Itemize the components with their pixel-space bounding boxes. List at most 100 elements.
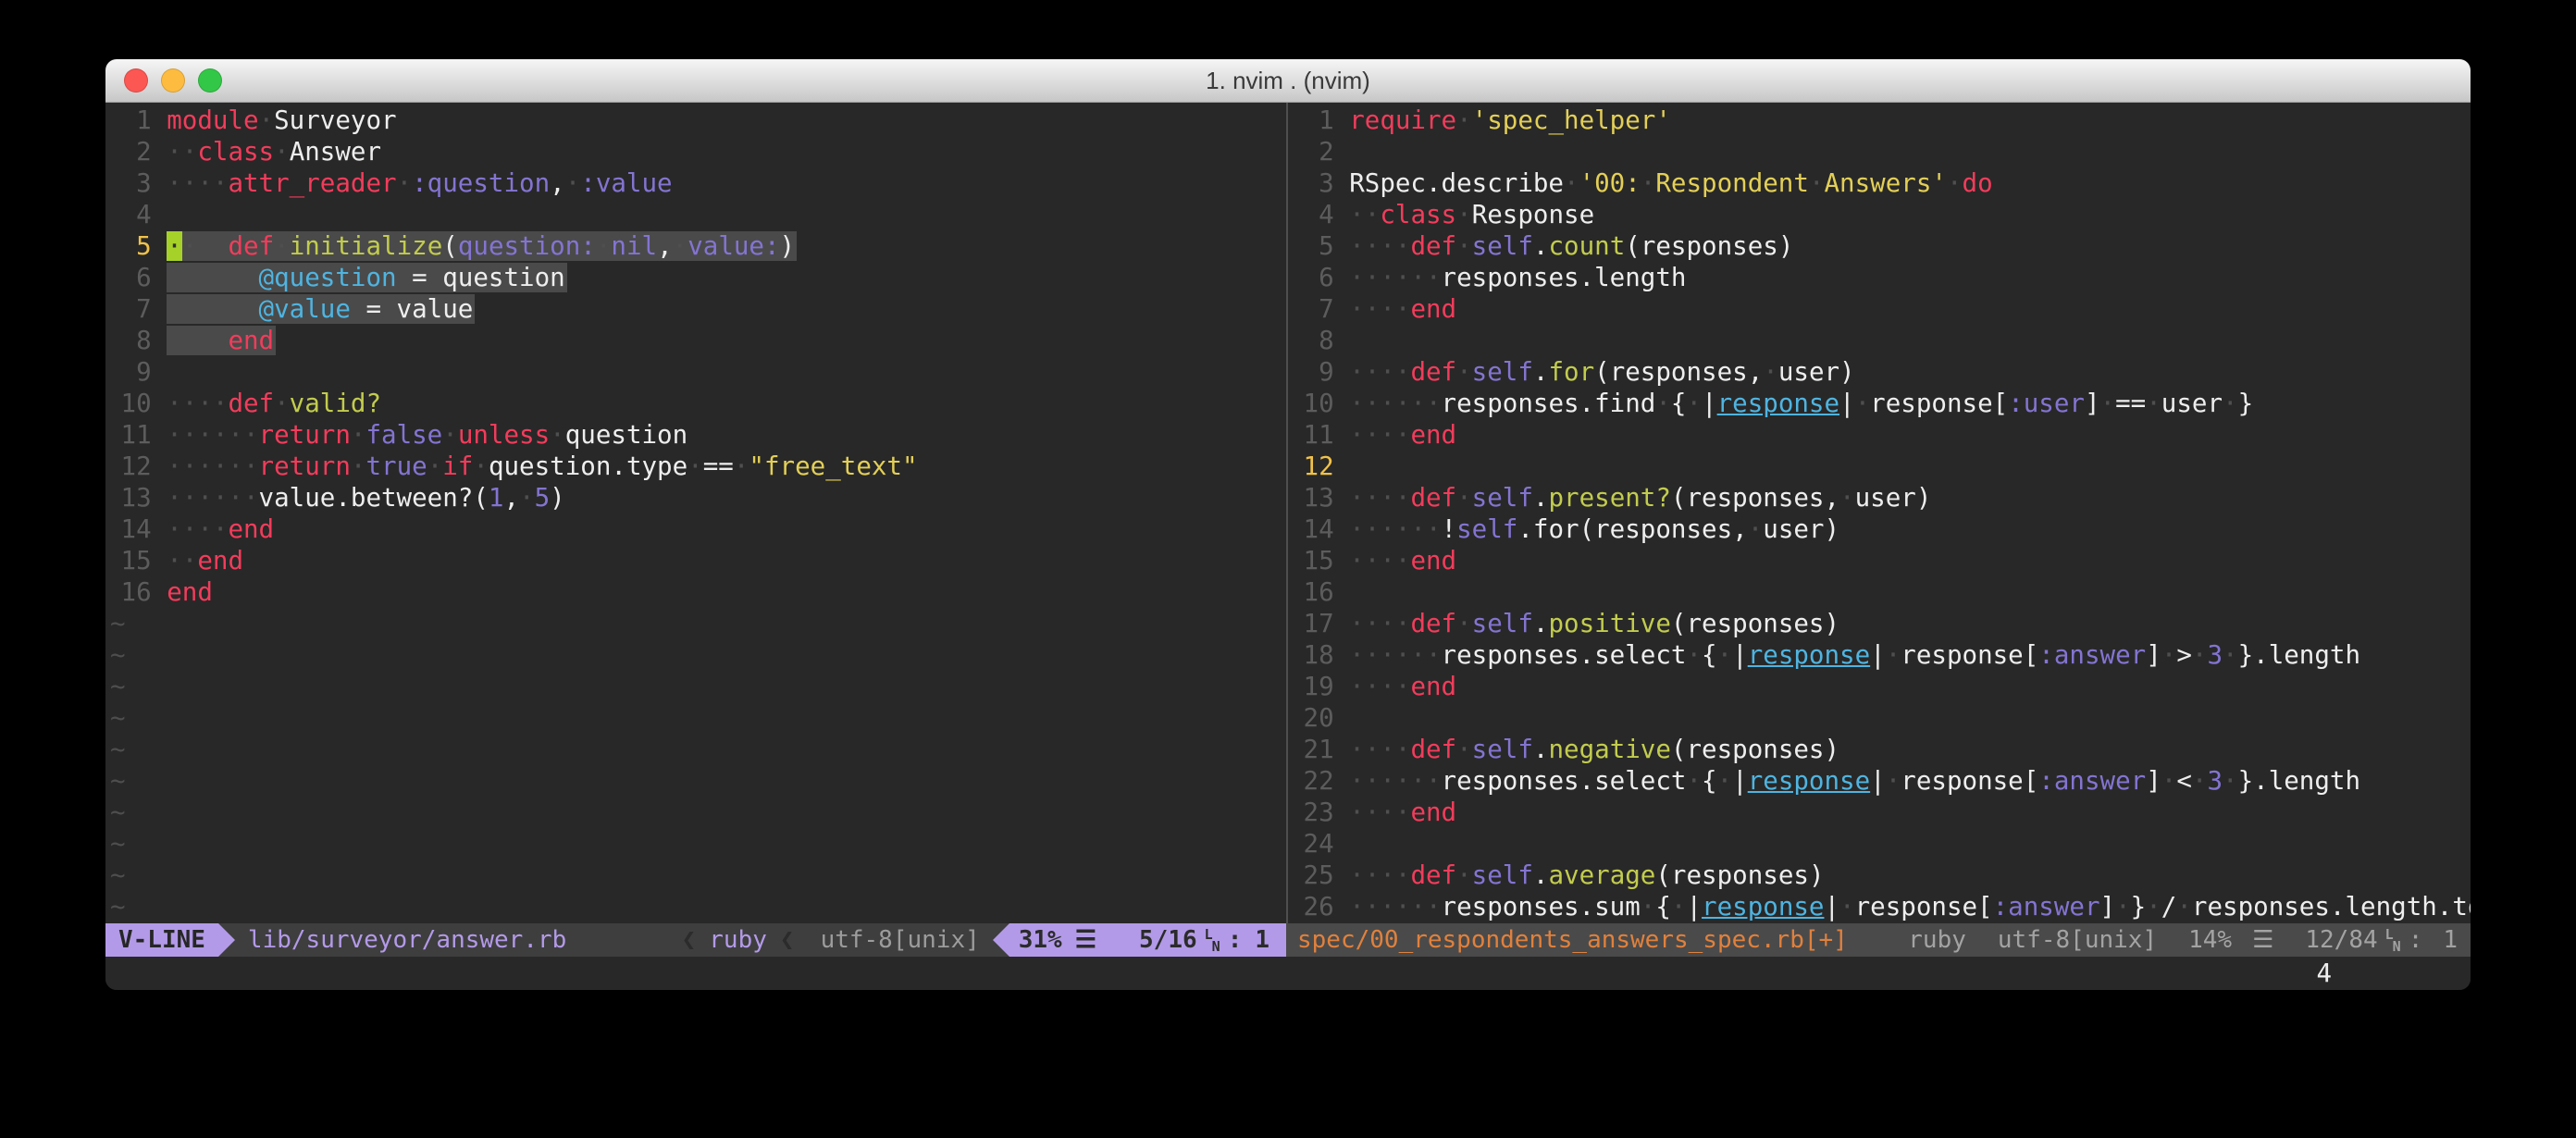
statusline-active: V-LINE lib/surveyor/answer.rb ❮ ruby ❮ u… [105,923,1286,957]
line-number: 19 [1288,671,1349,702]
code-line[interactable]: 5·· def·initialize(question:·nil,·value:… [105,230,1286,262]
code-line[interactable]: 15··end [105,545,1286,576]
code-line[interactable]: 8 end [105,325,1286,356]
line-number: 6 [105,262,167,293]
line-number: 15 [1288,545,1349,576]
encoding-label: utf-8[unix] [821,926,980,954]
tilde-row: ~ [105,828,1286,860]
line-number: 18 [1288,639,1349,671]
line-number: 13 [1288,482,1349,513]
code-line[interactable]: 26······responses.sum·{·|response|·respo… [1288,891,2471,922]
code-line[interactable]: 6 @question = question [105,262,1286,293]
line-number: 11 [105,419,167,451]
line-number: 16 [1288,576,1349,608]
line-number: 26 [1288,891,1349,922]
line-number-glyph-icon: LN [1205,929,1220,953]
line-number: 12 [105,451,167,482]
code-line[interactable]: 1require·'spec_helper' [1288,105,2471,136]
tilde-row: ~ [105,891,1286,922]
powerline-arrow-right-icon [218,923,235,957]
tilde-row: ~ [105,702,1286,734]
line-number: 22 [1288,765,1349,797]
line-number: 1 [105,105,167,136]
code-line[interactable]: 11····end [1288,419,2471,451]
line-number: 25 [1288,860,1349,891]
colon-separator: : [1228,923,1243,957]
code-line[interactable]: 7····end [1288,293,2471,325]
editor-pane-left[interactable]: 1module·Surveyor2··class·Answer3····attr… [105,103,1286,923]
code-line[interactable]: 5····def·self.count(responses) [1288,230,2471,262]
code-line[interactable]: 13······value.between?(1,·5) [105,482,1286,513]
code-line[interactable]: 3····attr_reader·:question,·:value [105,167,1286,199]
line-position: 12/84 [2305,926,2377,954]
code-line[interactable]: 1module·Surveyor [105,105,1286,136]
line-number: 3 [1288,167,1349,199]
code-line[interactable]: 16end [105,576,1286,608]
powerline-arrow-left-icon [993,923,1009,957]
inactive-file-name: spec/00_respondents_answers_spec.rb[+] [1297,926,1848,954]
code-line[interactable]: 21····def·self.negative(responses) [1288,734,2471,765]
line-number: 15 [105,545,167,576]
chevron-separator-icon: ❮ [682,926,697,954]
code-line[interactable]: 22······responses.select·{·|response|·re… [1288,765,2471,797]
code-line[interactable]: 3RSpec.describe·'00:·Respondent·Answers'… [1288,167,2471,199]
code-line[interactable]: 19····end [1288,671,2471,702]
code-line[interactable]: 6······responses.length [1288,262,2471,293]
tilde-row: ~ [105,639,1286,671]
line-number: 14 [105,513,167,545]
code-line[interactable]: 2 [1288,136,2471,167]
statuslines: V-LINE lib/surveyor/answer.rb ❮ ruby ❮ u… [105,923,2471,957]
line-number: 10 [1288,388,1349,419]
code-line[interactable]: 10····def·valid? [105,388,1286,419]
code-line[interactable]: 4 [105,199,1286,230]
colon-separator: : [2409,926,2423,954]
line-number: 6 [1288,262,1349,293]
column-number: 1 [2443,926,2458,954]
code-line[interactable]: 25····def·self.average(responses) [1288,860,2471,891]
tilde-row: ~ [105,608,1286,639]
code-line[interactable]: 23····end [1288,797,2471,828]
code-line[interactable]: 16 [1288,576,2471,608]
line-position: 5/16 [1139,923,1197,957]
code-line[interactable]: 17····def·self.positive(responses) [1288,608,2471,639]
code-line[interactable]: 13····def·self.present?(responses,·user) [1288,482,2471,513]
line-number: 21 [1288,734,1349,765]
filetype-label: ruby [709,926,767,954]
code-line[interactable]: 12······return·true·if·question.type·==·… [105,451,1286,482]
code-line[interactable]: 11······return·false·unless·question [105,419,1286,451]
code-line[interactable]: 14······!self.for(responses,·user) [1288,513,2471,545]
statusline-inactive: spec/00_respondents_answers_spec.rb[+] r… [1286,923,2471,957]
code-line[interactable]: 18······responses.select·{·|response|·re… [1288,639,2471,671]
titlebar[interactable]: 1. nvim . (nvim) [105,59,2471,103]
active-file-name: lib/surveyor/answer.rb [248,926,566,954]
line-number-glyph-icon: LN [2385,929,2401,953]
code-line[interactable]: 9 [105,356,1286,388]
tilde-row: ~ [105,797,1286,828]
code-line[interactable]: 2··class·Answer [105,136,1286,167]
tilde-row: ~ [105,765,1286,797]
position-segment: 31%☰5/16LN:1 [1009,923,1286,957]
code-line[interactable]: 15····end [1288,545,2471,576]
line-number: 7 [105,293,167,325]
line-number: 16 [105,576,167,608]
window-title: 1. nvim . (nvim) [105,67,2471,95]
line-number: 14 [1288,513,1349,545]
line-number: 23 [1288,797,1349,828]
code-line[interactable]: 9····def·self.for(responses,·user) [1288,356,2471,388]
code-line[interactable]: 4··class·Response [1288,199,2471,230]
pending-command-count: 4 [2316,957,2332,990]
code-line[interactable]: 7 @value = value [105,293,1286,325]
line-number: 13 [105,482,167,513]
code-line[interactable]: 12 [1288,451,2471,482]
line-number: 12 [1288,451,1349,482]
code-line[interactable]: 20 [1288,702,2471,734]
code-line[interactable]: 14····end [105,513,1286,545]
line-number: 11 [1288,419,1349,451]
code-line[interactable]: 10······responses.find·{·|response|·resp… [1288,388,2471,419]
command-line[interactable]: 4 [105,957,2471,990]
editor-pane-right[interactable]: 1require·'spec_helper'23RSpec.describe·'… [1286,103,2471,923]
filetype-label: ruby [1908,926,1966,954]
tilde-row: ~ [105,671,1286,702]
code-line[interactable]: 24 [1288,828,2471,860]
code-line[interactable]: 8 [1288,325,2471,356]
